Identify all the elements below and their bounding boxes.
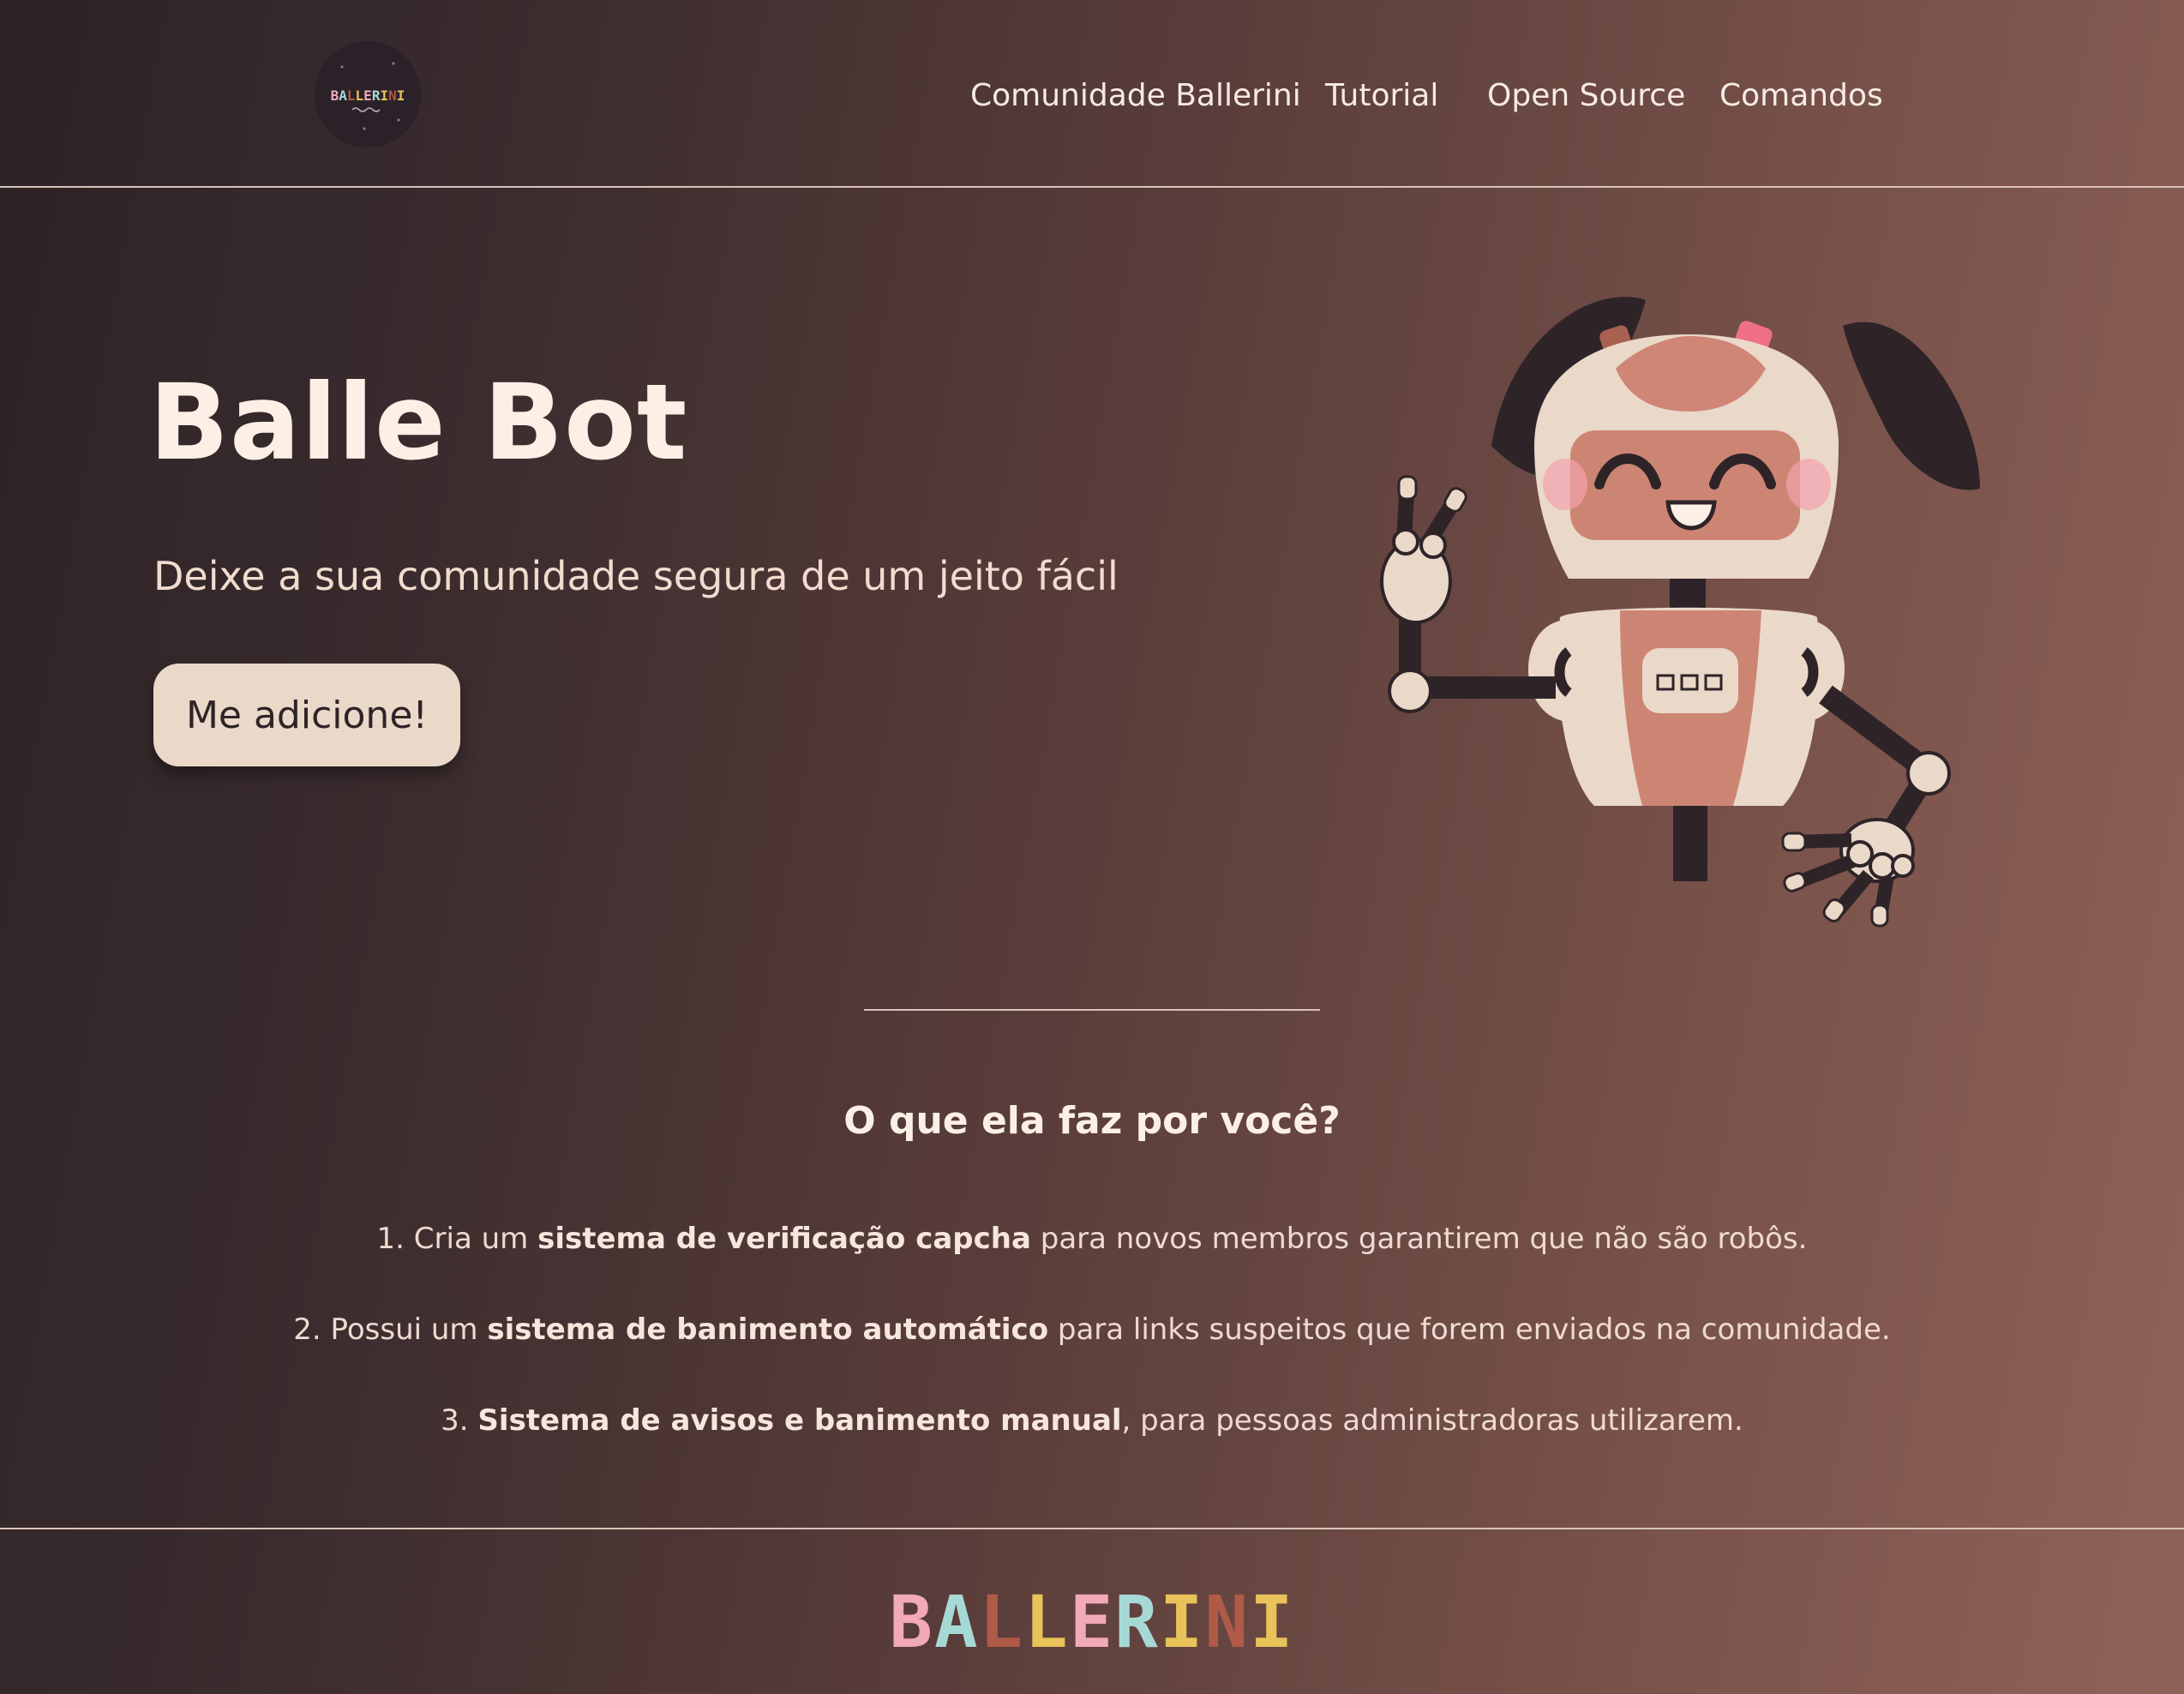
footer-logo-letter: I: [1159, 1580, 1205, 1664]
feature-text: 3.: [441, 1403, 478, 1438]
footer-ballerini-logo: BALLERINI: [0, 1579, 2184, 1665]
footer-logo-letter: B: [889, 1580, 934, 1664]
hero-subtitle: Deixe a sua comunidade segura de um jeit…: [153, 553, 1119, 599]
feature-highlight: Sistema de avisos e banimento manual: [477, 1403, 1122, 1438]
main-nav: Comunidade Ballerini Tutorial Open Sourc…: [0, 72, 2184, 120]
footer-logo-letter: I: [1250, 1580, 1295, 1664]
feature-text: , para pessoas administradoras utilizare…: [1121, 1403, 1743, 1438]
nav-link-open-source[interactable]: Open Source: [1487, 72, 1685, 120]
robot-mascot-illustration: [1363, 274, 2006, 943]
footer-logo-letter: A: [933, 1580, 980, 1664]
nav-link-comandos[interactable]: Comandos: [1719, 72, 1883, 120]
footer-logo-letter: N: [1204, 1580, 1251, 1664]
feature-highlight: sistema de verificação capcha: [537, 1222, 1031, 1256]
site-footer: BALLERINI: [0, 1528, 2184, 1694]
feature-text: para links suspeitos que forem enviados …: [1048, 1313, 1891, 1347]
feature-text: 1. Cria um: [376, 1222, 538, 1256]
section-divider: [864, 1009, 1320, 1011]
footer-logo-letter: L: [979, 1580, 1025, 1664]
footer-logo-letter: L: [1024, 1580, 1070, 1664]
feature-text: 2. Possui um: [293, 1313, 488, 1347]
feature-text: para novos membros garantirem que não sã…: [1030, 1222, 1808, 1256]
feature-item-captcha: 1. Cria um sistema de verificação capcha…: [0, 1213, 2184, 1304]
nav-link-tutorial[interactable]: Tutorial: [1325, 72, 1438, 120]
feature-item-warnings: 3. Sistema de avisos e banimento manual,…: [0, 1395, 2184, 1486]
nav-link-comunidade-ballerini[interactable]: Comunidade Ballerini: [970, 72, 1301, 120]
footer-logo-letter: E: [1069, 1580, 1115, 1664]
features-list: 1. Cria um sistema de verificação capcha…: [0, 1213, 2184, 1486]
add-bot-button[interactable]: Me adicione!: [153, 664, 460, 766]
site-header: BALLERINI Comunidade Ballerini Tutorial …: [0, 0, 2184, 188]
features-title: O que ela faz por você?: [843, 1099, 1341, 1143]
feature-item-auto-ban: 2. Possui um sistema de banimento automá…: [0, 1304, 2184, 1395]
feature-highlight: sistema de banimento automático: [487, 1313, 1049, 1347]
footer-logo-letter: R: [1114, 1580, 1160, 1664]
hero-title: Balle Bot: [149, 362, 688, 484]
